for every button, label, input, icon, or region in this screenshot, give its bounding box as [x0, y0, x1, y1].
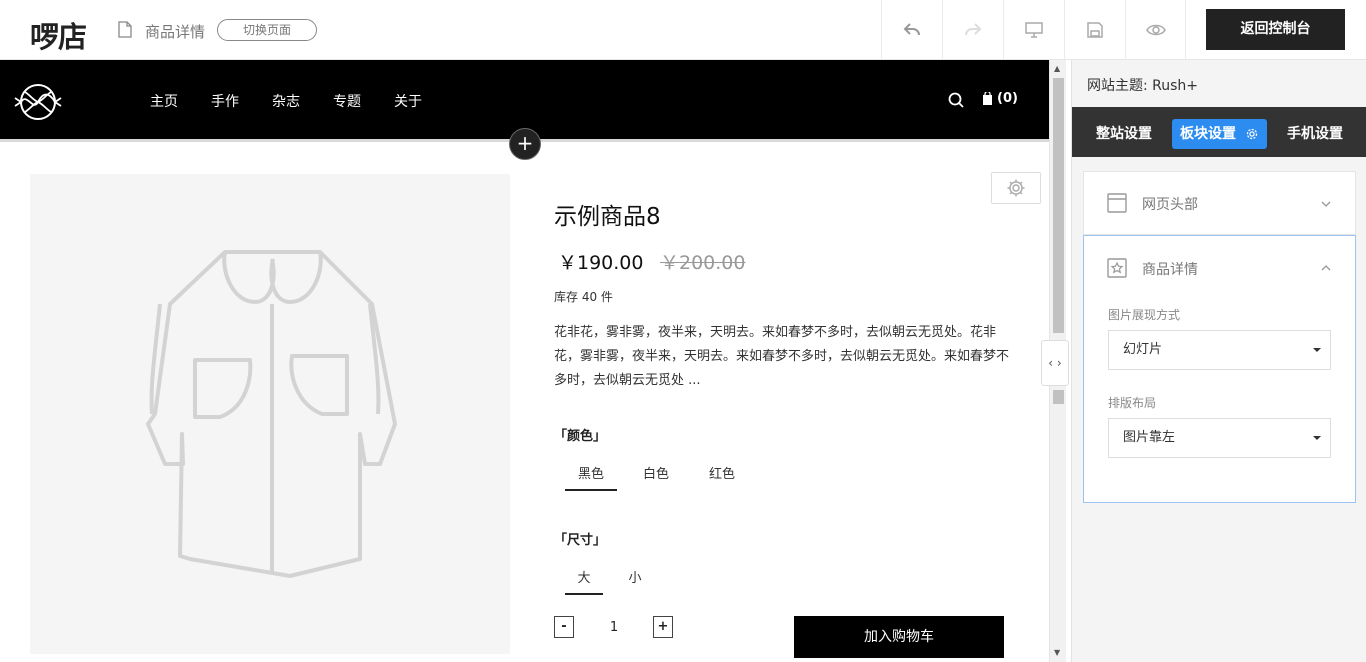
current-page-name: 商品详情 — [145, 23, 206, 41]
tab-mobile-settings[interactable]: 手机设置 — [1287, 119, 1343, 149]
color-option-white[interactable]: 白色 — [636, 463, 676, 482]
shirt-placeholder-icon — [146, 250, 397, 578]
color-option-black[interactable]: 黑色 — [565, 463, 617, 491]
add-to-cart-button[interactable]: 加入购物车 — [794, 616, 1004, 658]
browser-window-icon — [1107, 193, 1127, 213]
tab-block-settings[interactable]: 板块设置 — [1172, 119, 1267, 149]
star-badge-icon — [1107, 258, 1127, 278]
image-display-label: 图片展现方式 — [1108, 308, 1181, 322]
quantity-decrease-button[interactable]: - — [554, 616, 574, 638]
scroll-down-arrow-icon[interactable]: ▼ — [1054, 648, 1060, 657]
brand-logo — [14, 84, 62, 120]
menu-item-handmade[interactable]: 手作 — [211, 91, 239, 111]
color-option-label: 「颜色」 — [554, 429, 607, 444]
caret-down-icon — [1313, 436, 1321, 440]
section-web-header-title: 网页头部 — [1142, 197, 1198, 213]
eye-icon — [1145, 24, 1166, 36]
cart-count: (0) — [997, 91, 1018, 106]
shopping-bag-icon — [983, 92, 992, 105]
chevron-up-icon — [1321, 265, 1331, 271]
caret-down-icon — [1313, 348, 1321, 352]
product-image[interactable] — [30, 174, 510, 654]
cart-link[interactable]: (0) — [982, 91, 1018, 106]
layout-value: 图片靠左 — [1123, 430, 1176, 445]
site-menu: 主页 手作 杂志 专题 关于 — [150, 91, 455, 111]
gear-icon — [1007, 179, 1025, 197]
menu-item-topics[interactable]: 专题 — [333, 91, 361, 111]
monitor-icon — [1025, 22, 1043, 38]
layout-select[interactable]: 图片靠左 — [1108, 418, 1331, 458]
save-icon — [1087, 22, 1103, 38]
save-button[interactable] — [1064, 0, 1125, 60]
section-settings-button[interactable] — [991, 172, 1041, 204]
tab-site-settings[interactable]: 整站设置 — [1096, 119, 1152, 149]
page-icon — [118, 21, 132, 38]
search-icon[interactable] — [948, 92, 964, 108]
redo-icon — [965, 23, 982, 36]
panel-tabs: 整站设置 板块设置 手机设置 — [1072, 107, 1366, 157]
scrollbar-thumb[interactable] — [1053, 78, 1064, 333]
scrollbar-mini-thumb — [1053, 390, 1064, 404]
size-option-small[interactable]: 小 — [620, 567, 650, 586]
chevron-down-icon — [1321, 201, 1331, 207]
app-logo[interactable]: 啰店 — [30, 14, 87, 56]
redo-button[interactable] — [942, 0, 1003, 60]
undo-icon — [903, 23, 920, 36]
quantity-value[interactable]: 1 — [604, 620, 624, 635]
page-canvas: 主页 手作 杂志 专题 关于 (0) + 示例商品8 ￥190.00 ￥200.… — [0, 60, 1049, 662]
product-description: 花非花，雾非雾，夜半来，天明去。来如春梦不多时，去似朝云无觅处。花非花，雾非雾，… — [554, 325, 1010, 388]
menu-item-home[interactable]: 主页 — [150, 91, 178, 111]
product-stock: 库存 40 件 — [554, 290, 613, 304]
product-original-price: ￥200.00 — [660, 252, 746, 274]
tab-block-settings-label: 板块设置 — [1180, 126, 1236, 142]
quantity-increase-button[interactable]: + — [653, 616, 673, 638]
editor-topbar: 啰店 商品详情 切换页面 返回控制台 — [0, 0, 1366, 60]
section-web-header[interactable]: 网页头部 — [1083, 171, 1356, 235]
gear-icon — [1246, 128, 1258, 140]
product-title: 示例商品8 — [554, 204, 661, 230]
back-to-console-button[interactable]: 返回控制台 — [1206, 9, 1345, 50]
product-price: ￥190.00 — [558, 252, 644, 274]
undo-button[interactable] — [881, 0, 942, 60]
image-display-select[interactable]: 幻灯片 — [1108, 330, 1331, 370]
size-option-large[interactable]: 大 — [565, 567, 603, 595]
settings-panel: 网站主题: Rush+ 整站设置 板块设置 手机设置 网页头部 商品详情 图片展… — [1071, 60, 1366, 662]
scroll-up-arrow-icon[interactable]: ▲ — [1054, 64, 1060, 73]
section-product-detail[interactable]: 商品详情 图片展现方式 幻灯片 排版布局 图片靠左 — [1083, 235, 1356, 503]
section-product-detail-title: 商品详情 — [1142, 262, 1198, 278]
layout-label: 排版布局 — [1108, 396, 1157, 410]
menu-item-about[interactable]: 关于 — [394, 91, 422, 111]
preview-button[interactable] — [1125, 0, 1186, 60]
size-option-label: 「尺寸」 — [554, 533, 607, 548]
desktop-preview-button[interactable] — [1003, 0, 1064, 60]
add-section-button[interactable]: + — [509, 128, 541, 160]
switch-page-button[interactable]: 切换页面 — [217, 19, 317, 41]
menu-item-magazine[interactable]: 杂志 — [272, 91, 300, 111]
site-theme-label: 网站主题: Rush+ — [1087, 78, 1199, 94]
color-option-red[interactable]: 红色 — [702, 463, 742, 482]
panel-toggle-button[interactable]: ‹ › — [1041, 340, 1069, 386]
image-display-value: 幻灯片 — [1123, 342, 1163, 357]
